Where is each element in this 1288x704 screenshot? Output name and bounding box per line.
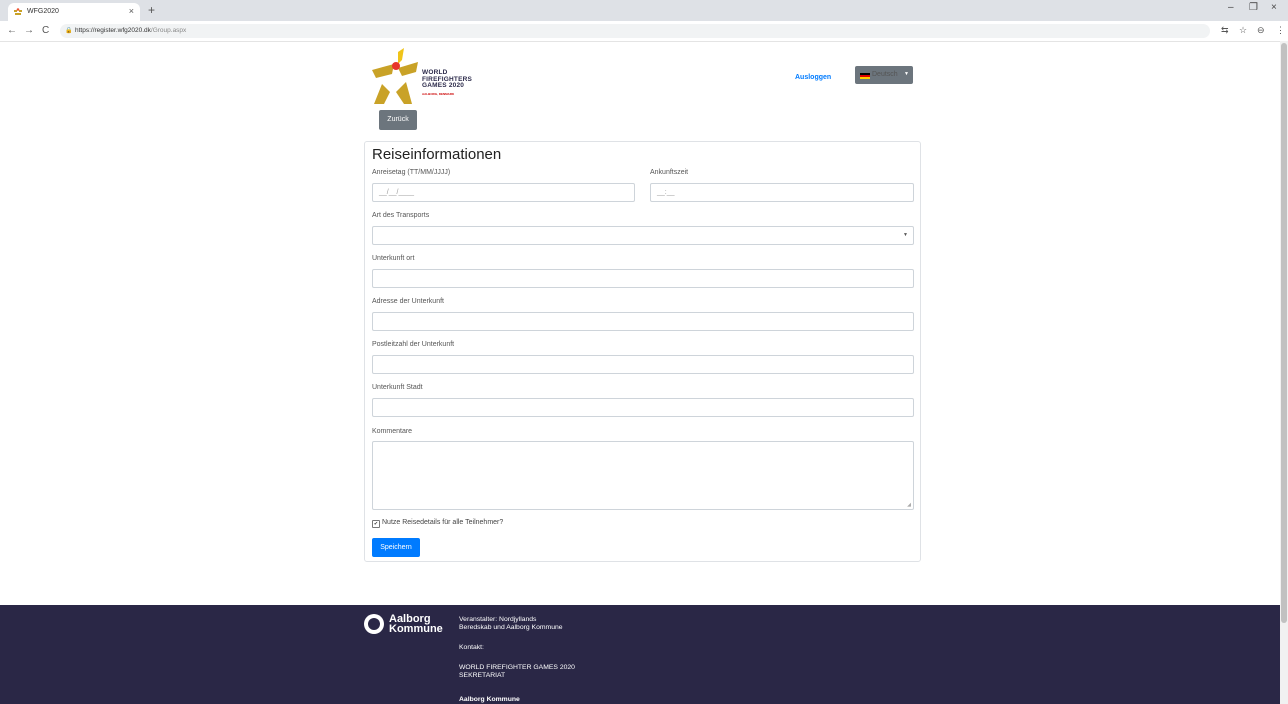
address-bar-row: ← → C 🔒 https://register.wfg2020.dk/Grou… [0, 21, 1288, 42]
contact-block: WORLD FIREFIGHTER GAMES 2020 SEKRETARIAT [459, 664, 575, 680]
url-path: /Group.aspx [150, 27, 187, 34]
language-dropdown-button[interactable]: Deutsch ▼ [855, 66, 913, 84]
accommodation-zip-input[interactable] [372, 355, 914, 374]
url-field[interactable]: 🔒 https://register.wfg2020.dk/Group.aspx [60, 24, 1210, 38]
back-button[interactable]: Zurück [379, 110, 417, 130]
accommodation-city-label: Unterkunft Stadt [372, 384, 423, 391]
contact-line-1: WORLD FIREFIGHTER GAMES 2020 [459, 664, 575, 671]
new-tab-icon[interactable]: + [148, 3, 155, 17]
accommodation-address-label: Adresse der Unterkunft [372, 298, 444, 305]
german-flag-icon [860, 73, 870, 79]
page-title: Reiseinformationen [372, 146, 502, 163]
organizer-line-2: Beredskab und Aalborg Kommune [459, 624, 563, 631]
arrival-date-input[interactable]: __/__/____ [372, 183, 635, 202]
restore-icon[interactable]: ❐ [1249, 2, 1258, 13]
close-window-icon[interactable]: × [1271, 2, 1277, 13]
language-label: Deutsch [872, 71, 898, 78]
comments-textarea[interactable]: ◢ [372, 441, 914, 510]
url-host: https://register.wfg2020.dk [75, 27, 151, 34]
accommodation-place-label: Unterkunft ort [372, 255, 415, 262]
arrival-date-label: Anreisetag (TT/MM/JJJJ) [372, 169, 451, 176]
use-for-all-checkbox[interactable]: ✔ [372, 520, 380, 528]
reload-icon[interactable]: C [42, 25, 49, 36]
save-button[interactable]: Speichern [372, 538, 420, 557]
close-tab-icon[interactable]: × [129, 6, 134, 16]
logo-subtitle: AALBORG, DENMARK [422, 92, 455, 96]
translate-icon[interactable]: ⇆ [1221, 25, 1229, 36]
tab-title: WFG2020 [27, 8, 59, 15]
organizer-text: Veranstalter: Nordjyllands Beredskab und… [459, 616, 563, 632]
logout-link[interactable]: Ausloggen [795, 74, 831, 81]
accommodation-address-input[interactable] [372, 312, 914, 331]
transport-label: Art des Transports [372, 212, 430, 219]
back-arrow-icon[interactable]: ← [7, 25, 17, 36]
accommodation-city-input[interactable] [372, 398, 914, 417]
browser-tab[interactable]: WFG2020 × [8, 3, 140, 21]
contact-label: Kontakt: [459, 644, 484, 651]
arrival-time-input[interactable]: __:__ [650, 183, 914, 202]
footer [0, 605, 1280, 704]
organizer-line-1: Veranstalter: Nordjyllands [459, 616, 537, 623]
browser-tab-bar: WFG2020 × + – ❐ × [0, 0, 1288, 21]
select-arrow-icon: ▼ [903, 232, 908, 238]
logo-line-3: GAMES 2020 [422, 82, 465, 89]
arrival-time-label: Ankunftszeit [650, 169, 689, 176]
wfg-favicon-icon [14, 8, 22, 15]
brand-line-2: Kommune [389, 623, 443, 635]
contact-line-2: SEKRETARIAT [459, 672, 506, 679]
profile-icon[interactable]: ⊖ [1257, 25, 1265, 36]
minimize-icon[interactable]: – [1228, 2, 1234, 13]
use-for-all-label: Nutze Reisedetails für alle Teilnehmer? [382, 519, 504, 526]
forward-arrow-icon[interactable]: → [24, 25, 34, 36]
accommodation-place-input[interactable] [372, 269, 914, 288]
scrollbar-thumb[interactable] [1281, 43, 1287, 623]
browser-menu-icon[interactable]: ⋮ [1276, 25, 1285, 36]
transport-select[interactable]: ▼ [372, 226, 914, 245]
accommodation-zip-label: Postleitzahl der Unterkunft [372, 341, 455, 348]
bookmark-star-icon[interactable]: ☆ [1239, 25, 1247, 36]
footer-brand: Aalborg Kommune [389, 614, 443, 635]
caret-down-icon: ▼ [904, 71, 909, 77]
logo-text: WORLD FIREFIGHTERS GAMES 2020 [422, 69, 472, 90]
lock-icon: 🔒 [65, 28, 73, 34]
aalborg-crest-inner [368, 618, 380, 630]
contact-line-3: Aalborg Kommune [459, 696, 520, 703]
comments-label: Kommentare [372, 428, 413, 435]
resize-grip-icon[interactable]: ◢ [907, 502, 911, 508]
